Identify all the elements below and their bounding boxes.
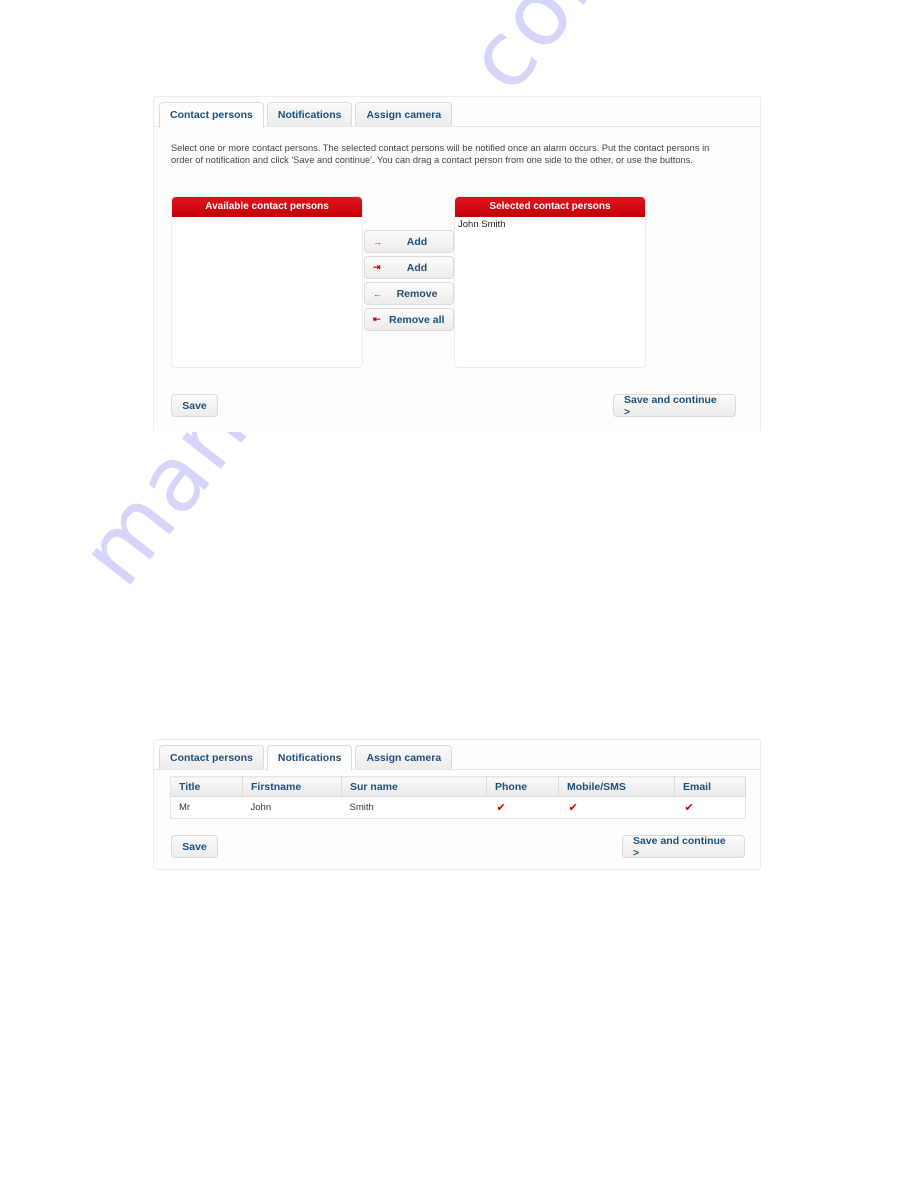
tab-bar: Contact persons Notifications Assign cam… xyxy=(159,745,453,771)
column-header-email[interactable]: Email xyxy=(674,776,746,797)
remove-all-button-label: Remove all xyxy=(389,313,445,326)
save-button[interactable]: Save xyxy=(171,394,218,417)
remove-button-label: Remove xyxy=(396,287,438,300)
remove-button[interactable]: ← Remove xyxy=(364,282,454,305)
arrow-right-icon: → xyxy=(373,236,382,247)
tab-notifications[interactable]: Notifications xyxy=(266,745,353,771)
add-button-label: Add xyxy=(406,235,428,248)
tab-assign-camera[interactable]: Assign camera xyxy=(355,745,453,769)
selected-contacts-list[interactable]: Selected contact persons John Smith xyxy=(454,196,646,368)
save-button[interactable]: Save xyxy=(171,835,218,858)
cell-firstname: John xyxy=(250,802,272,813)
column-header-surname[interactable]: Sur name xyxy=(341,776,487,797)
mobile-check-icon[interactable]: ✔ xyxy=(559,797,675,819)
tab-bar: Contact persons Notifications Assign cam… xyxy=(159,102,453,128)
arrow-left-icon: ← xyxy=(373,288,382,299)
save-and-continue-button[interactable]: Save and continue > xyxy=(613,394,736,418)
available-contacts-list[interactable]: Available contact persons xyxy=(171,196,363,368)
selected-contacts-header: Selected contact persons xyxy=(455,197,645,217)
tab-notifications[interactable]: Notifications xyxy=(266,102,353,126)
column-header-mobile-sms[interactable]: Mobile/SMS xyxy=(558,776,675,797)
table-header-row: Title Firstname Sur name Phone Mobile/SM… xyxy=(170,776,746,797)
notifications-panel: Contact persons Notifications Assign cam… xyxy=(153,739,761,870)
tab-contact-persons[interactable]: Contact persons xyxy=(159,102,264,128)
arrow-left-bar-icon: ⇤ xyxy=(373,314,381,324)
column-header-title[interactable]: Title xyxy=(170,776,243,797)
email-check-icon[interactable]: ✔ xyxy=(675,797,746,819)
arrow-right-bar-icon: ⇥ xyxy=(373,262,381,272)
cell-title: Mr xyxy=(179,802,191,813)
tab-assign-camera[interactable]: Assign camera xyxy=(355,102,453,126)
column-header-phone[interactable]: Phone xyxy=(486,776,559,797)
column-header-firstname[interactable]: Firstname xyxy=(242,776,342,797)
table-row: Mr John Smith ✔ ✔ ✔ xyxy=(171,797,746,819)
instructions-text: Select one or more contact persons. The … xyxy=(171,143,710,165)
transfer-buttons: → Add ⇥ Add ← Remove ⇤ Remove all xyxy=(364,230,454,331)
contact-persons-panel: Contact persons Notifications Assign cam… xyxy=(153,96,761,432)
tab-contact-persons[interactable]: Contact persons xyxy=(159,745,264,769)
remove-all-button[interactable]: ⇤ Remove all xyxy=(364,308,454,331)
add-all-button-label: Add xyxy=(406,261,428,274)
add-all-button[interactable]: ⇥ Add xyxy=(364,256,454,279)
notifications-table: Title Firstname Sur name Phone Mobile/SM… xyxy=(170,776,746,819)
phone-check-icon[interactable]: ✔ xyxy=(487,797,559,819)
available-contacts-header: Available contact persons xyxy=(172,197,362,217)
add-button[interactable]: → Add xyxy=(364,230,454,253)
save-and-continue-button[interactable]: Save and continue > xyxy=(622,835,745,859)
selected-contact-item[interactable]: John Smith xyxy=(455,217,645,232)
cell-surname: Smith xyxy=(349,802,374,813)
